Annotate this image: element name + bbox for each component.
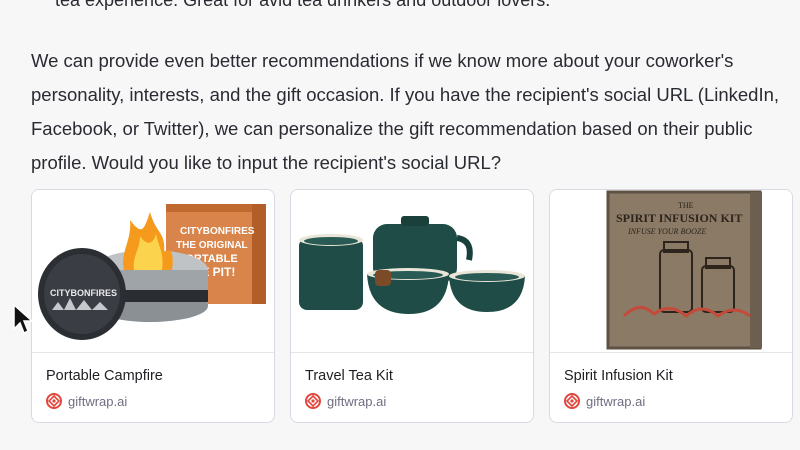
tea-kit-product-image — [291, 190, 533, 353]
gift-card-travel-tea-kit[interactable]: Travel Tea Kit giftwrap.ai — [290, 189, 534, 423]
message-line: profile. Would you like to input the rec… — [31, 152, 502, 173]
message-line: Facebook, or Twitter), we can personaliz… — [31, 118, 753, 139]
box-text-line: SPIRIT INFUSION KIT — [616, 211, 742, 225]
box-text-line: THE ORIGINAL — [176, 240, 248, 251]
gift-card-spirit-infusion-kit[interactable]: THE SPIRIT INFUSION KIT INFUSE YOUR BOOZ… — [549, 189, 793, 423]
gift-cards-carousel: CITYBONFIRES THE ORIGINAL PORTABLE FIRE … — [31, 189, 800, 423]
source-label: giftwrap.ai — [327, 393, 387, 409]
card-title: Portable Campfire — [46, 368, 163, 384]
campfire-product-image: CITYBONFIRES THE ORIGINAL PORTABLE FIRE … — [32, 190, 274, 353]
card-title: Travel Tea Kit — [305, 368, 393, 384]
card-title: Spirit Infusion Kit — [564, 368, 673, 384]
source-label: giftwrap.ai — [586, 393, 646, 409]
card-source: giftwrap.ai — [305, 393, 386, 409]
spirit-kit-product-image: THE SPIRIT INFUSION KIT INFUSE YOUR BOOZ… — [550, 190, 792, 353]
card-source: giftwrap.ai — [46, 393, 127, 409]
page-footer-band — [0, 432, 800, 450]
previous-message-line: tea experience. Great for avid tea drink… — [55, 0, 551, 10]
message-line: personality, interests, and the gift occ… — [31, 84, 780, 105]
box-text-line: INFUSE YOUR BOOZE — [627, 227, 706, 236]
card-source: giftwrap.ai — [564, 393, 645, 409]
giftwrap-logo-icon — [564, 393, 580, 409]
giftwrap-logo-icon — [305, 393, 321, 409]
message-line: We can provide even better recommendatio… — [31, 50, 734, 71]
box-text-line: CITYBONFIRES — [180, 226, 255, 237]
giftwrap-logo-icon — [46, 393, 62, 409]
assistant-message: We can provide even better recommendatio… — [31, 44, 791, 180]
source-label: giftwrap.ai — [68, 393, 128, 409]
mouse-cursor-icon — [13, 303, 34, 335]
box-text-line: THE — [678, 201, 694, 210]
tin-label: CITYBONFIRES — [50, 288, 117, 298]
gift-card-portable-campfire[interactable]: CITYBONFIRES THE ORIGINAL PORTABLE FIRE … — [31, 189, 275, 423]
